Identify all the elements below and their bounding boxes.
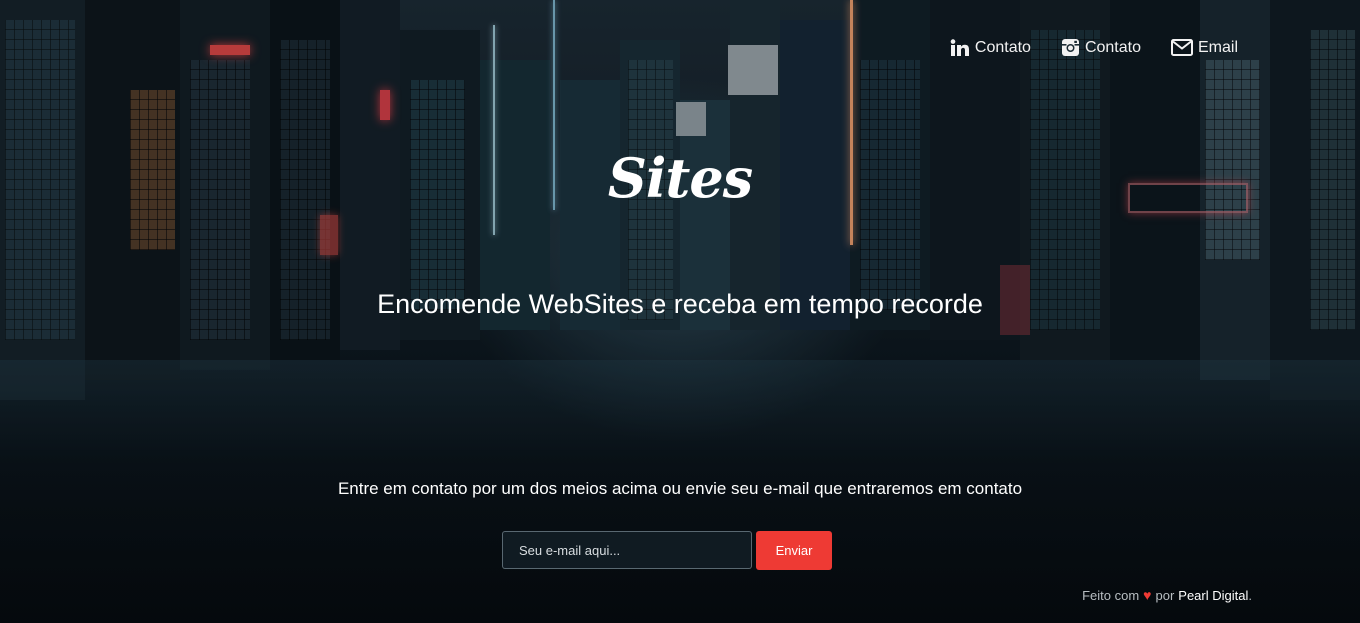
nav-email-label: Email bbox=[1197, 38, 1238, 56]
nav-instagram-contact[interactable]: Contato bbox=[1061, 38, 1141, 57]
footer-prefix: Feito com bbox=[1082, 587, 1140, 603]
email-input[interactable] bbox=[502, 531, 752, 569]
footer-credit: Feito com ♥ por Pearl Digital. bbox=[1082, 587, 1252, 603]
nav-instagram-label: Contato bbox=[1084, 38, 1141, 56]
send-button[interactable]: Enviar bbox=[756, 531, 832, 570]
linkedin-icon bbox=[950, 38, 970, 57]
contact-instructions: Entre em contato por um dos meios acima … bbox=[337, 479, 1023, 498]
nav-email-contact[interactable]: Email bbox=[1170, 38, 1238, 57]
nav-linkedin-contact[interactable]: Contato bbox=[950, 39, 1031, 57]
footer-suffix: . bbox=[1248, 587, 1252, 603]
instagram-icon bbox=[1061, 38, 1080, 57]
nav-linkedin-label: Contato bbox=[974, 38, 1031, 56]
heart-icon: ♥ bbox=[1143, 587, 1152, 603]
page-headline: Encomende WebSites e receba em tempo rec… bbox=[377, 289, 983, 319]
email-signup-form: Enviar bbox=[502, 531, 832, 570]
site-logo: Sites bbox=[607, 146, 753, 210]
envelope-icon bbox=[1170, 39, 1193, 56]
footer-brand-link[interactable]: Pearl Digital bbox=[1178, 588, 1248, 603]
footer-middle: por bbox=[1155, 587, 1175, 603]
top-nav: Contato Contato Email bbox=[950, 38, 1238, 57]
